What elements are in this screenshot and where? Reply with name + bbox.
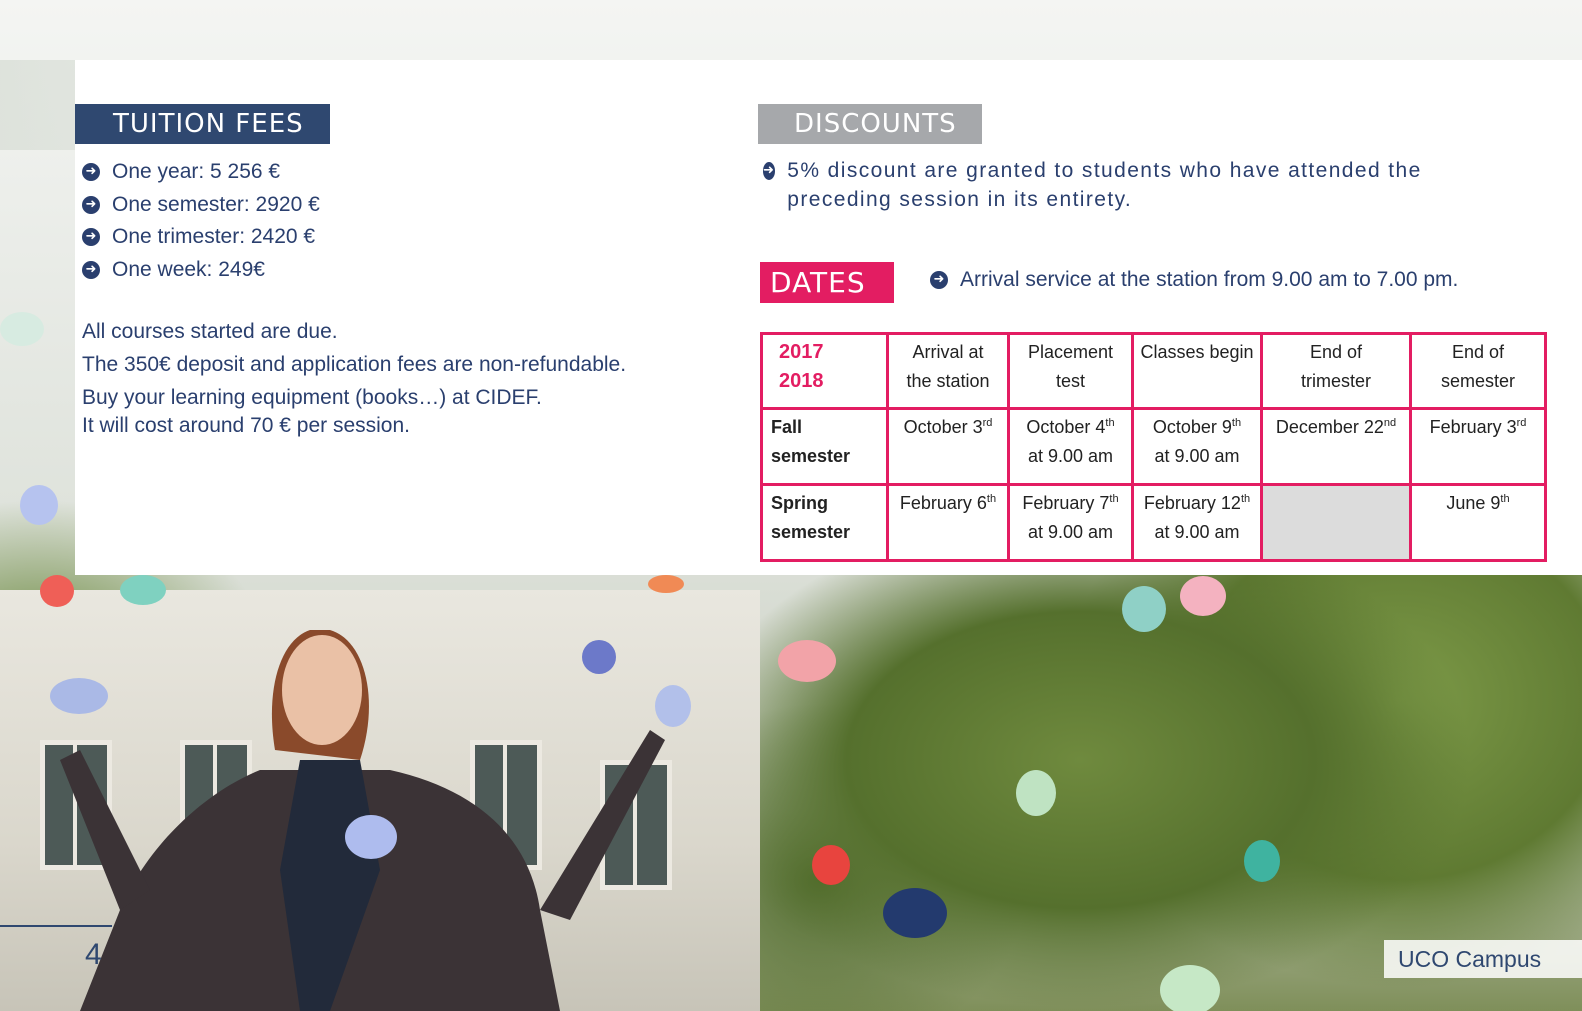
date-cell: December 22nd	[1260, 407, 1412, 486]
confetti-dot	[120, 575, 166, 605]
confetti-dot	[40, 575, 74, 607]
confetti-dot	[1180, 576, 1226, 616]
arrow-right-icon: ➜	[930, 271, 948, 289]
arrow-right-icon: ➜	[82, 260, 100, 279]
confetti-dot	[0, 312, 44, 346]
date-cell: February 12th at 9.00 am	[1131, 483, 1263, 562]
tuition-notes: All courses started are due. The 350€ de…	[82, 318, 626, 440]
page-number: 4	[85, 938, 102, 971]
date-cell: October 3rd	[886, 407, 1010, 486]
confetti-dot	[50, 678, 108, 714]
page-number-rule	[0, 925, 112, 927]
confetti-dot	[778, 640, 836, 682]
dates-table: 2017 2018 Arrival at the station Placemen…	[760, 332, 1547, 562]
note-line: All courses started are due.	[82, 320, 338, 343]
confetti-dot	[1244, 840, 1280, 882]
row-header: Fall semester	[760, 407, 889, 486]
column-header: End of trimester	[1260, 332, 1412, 410]
confetti-dot	[1122, 586, 1166, 632]
row-header: Spring semester	[760, 483, 889, 562]
confetti-dot	[345, 815, 397, 859]
dates-heading: DATES	[760, 262, 894, 303]
confetti-dot	[655, 685, 691, 727]
column-header: Placement test	[1007, 332, 1134, 410]
confetti-dot	[1016, 770, 1056, 816]
confetti-dot	[648, 575, 684, 593]
year-cell: 2017 2018	[760, 332, 889, 410]
discounts-heading: DISCOUNTS	[758, 104, 982, 144]
tuition-fee-list: ➜ One year: 5 256 € ➜ One semester: 2920 €…	[82, 156, 320, 286]
confetti-dot	[20, 485, 58, 525]
confetti-dot	[582, 640, 616, 674]
date-cell: June 9th	[1409, 483, 1547, 562]
table-row: Fall semester October 3rd October 4th at 9…	[760, 407, 1547, 486]
arrival-note: ➜ Arrival service at the station from 9.…	[930, 268, 1458, 292]
table-header-row: 2017 2018 Arrival at the station Placemen…	[760, 332, 1547, 410]
date-cell: February 3rd	[1409, 407, 1547, 486]
arrow-right-icon: ➜	[82, 228, 100, 247]
arrow-right-icon: ➜	[763, 162, 776, 180]
date-cell: October 9th at 9.00 am	[1131, 407, 1263, 486]
discount-item: ➜ 5% discount are granted to students wh…	[763, 156, 1423, 214]
column-header: Classes begin	[1131, 332, 1263, 410]
empty-date-cell	[1260, 483, 1412, 562]
photo-caption: UCO Campus	[1384, 940, 1582, 978]
date-cell: February 6th	[886, 483, 1010, 562]
note-line: The 350€ deposit and application fees ar…	[82, 353, 627, 376]
note-line: Buy your learning equipment (books…) at …	[82, 386, 542, 409]
column-header: Arrival at the station	[886, 332, 1010, 410]
date-cell: February 7th at 9.00 am	[1007, 483, 1134, 562]
confetti-dot	[812, 845, 850, 885]
table-row: Spring semester February 6th February 7th…	[760, 483, 1547, 562]
confetti-dot	[883, 888, 947, 938]
list-item: ➜ One trimester: 2420 €	[82, 221, 320, 254]
column-header: End of semester	[1409, 332, 1547, 410]
list-item: ➜ One year: 5 256 €	[82, 156, 320, 189]
list-item: ➜ One semester: 2920 €	[82, 189, 320, 222]
arrow-right-icon: ➜	[82, 163, 100, 182]
note-line: It will cost around 70 € per session.	[82, 414, 411, 437]
confetti-dot	[1160, 965, 1220, 1011]
tuition-fees-heading: TUITION FEES	[75, 104, 330, 144]
date-cell: October 4th at 9.00 am	[1007, 407, 1134, 486]
arrow-right-icon: ➜	[82, 195, 100, 214]
discount-text: 5% discount are granted to students who …	[787, 159, 1422, 211]
list-item: ➜ One week: 249€	[82, 254, 320, 287]
